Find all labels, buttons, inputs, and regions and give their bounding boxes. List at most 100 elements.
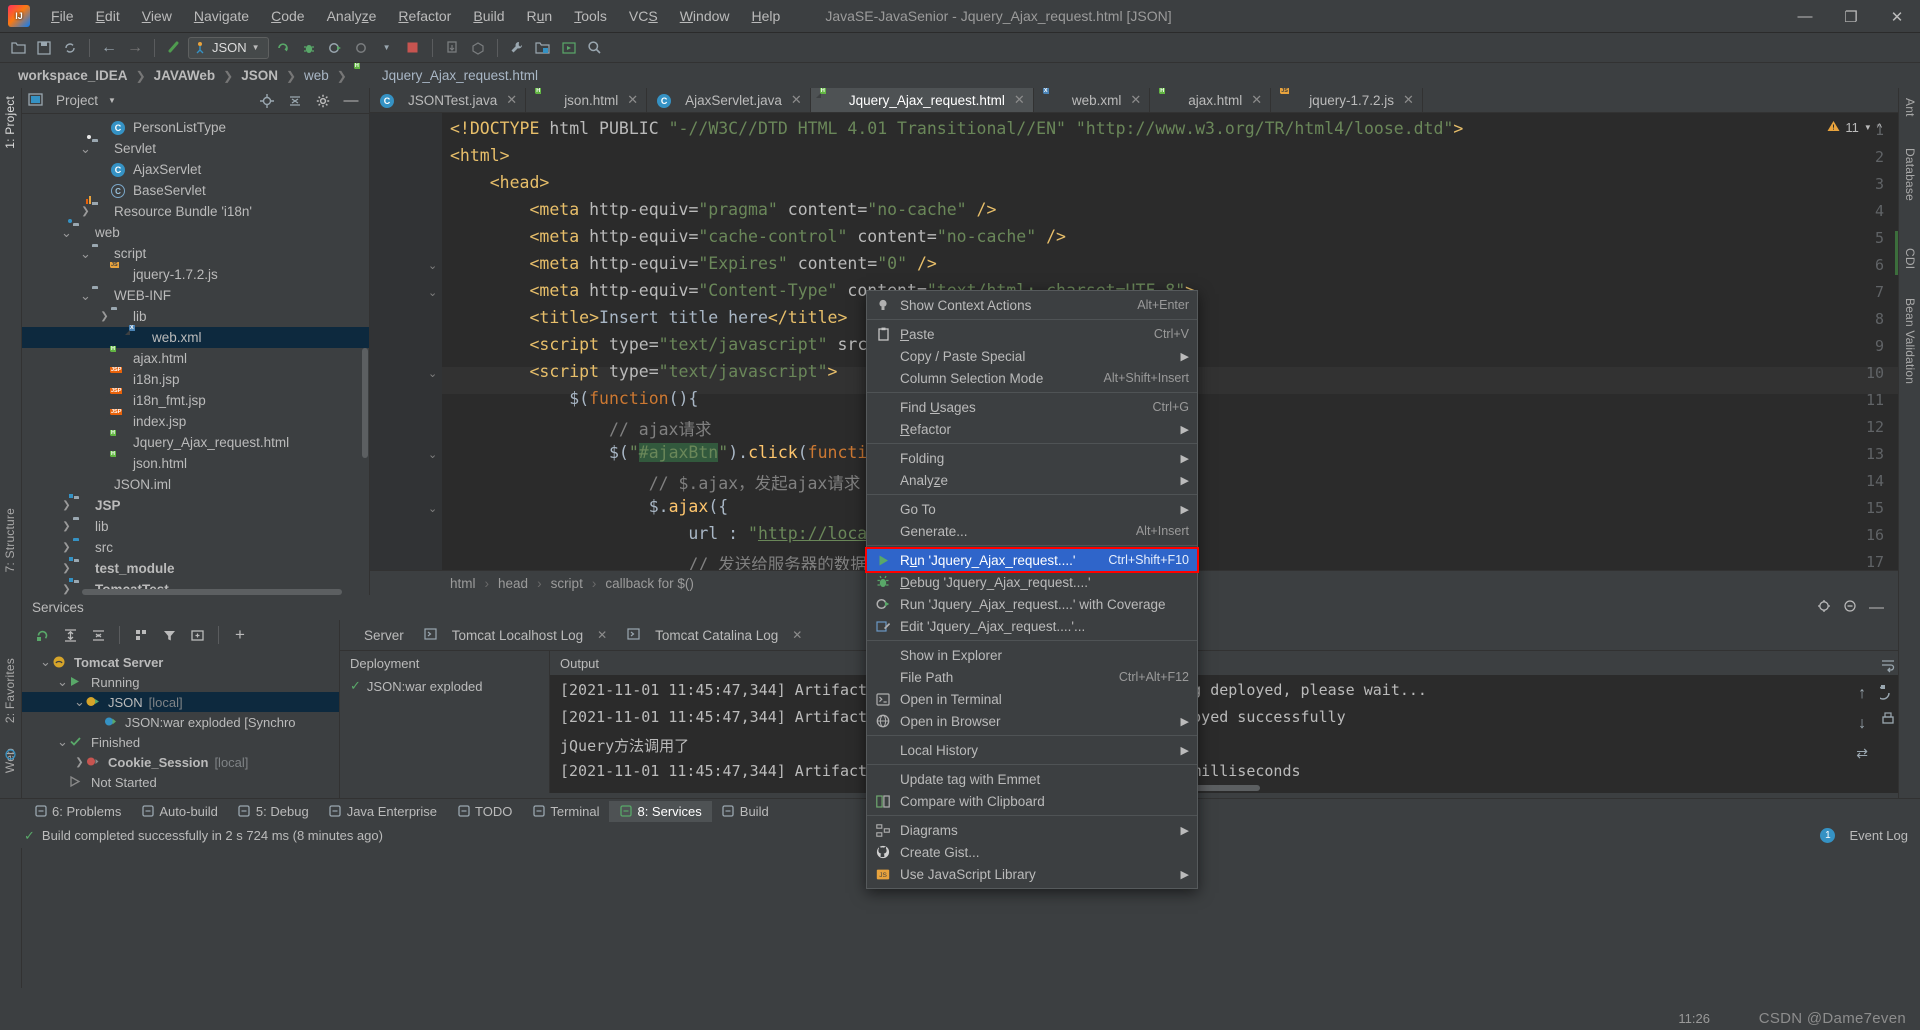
- chevron-right-icon[interactable]: ❯: [60, 563, 73, 574]
- context-menu-item[interactable]: Go To ▶: [867, 498, 1197, 520]
- fold-marker-fn[interactable]: ⌄: [428, 448, 437, 461]
- menu-refactor[interactable]: Refactor: [387, 3, 462, 29]
- chevron-down-icon-2[interactable]: ▼: [375, 36, 399, 60]
- editor-crumb-script[interactable]: script: [551, 576, 583, 591]
- menu-file[interactable]: File: [40, 3, 85, 29]
- chevron-down-icon[interactable]: ⌄: [79, 246, 92, 262]
- tool-window-button[interactable]: Java Enterprise: [319, 801, 447, 822]
- search-icon[interactable]: [583, 36, 607, 60]
- editor-crumb-html[interactable]: html: [450, 576, 476, 591]
- run-with-coverage-icon[interactable]: [323, 36, 347, 60]
- code-line[interactable]: $("#ajaxBtn").click(functio: [450, 443, 877, 462]
- editor-crumb-head[interactable]: head: [498, 576, 528, 591]
- deploy-icon[interactable]: [466, 36, 490, 60]
- context-menu-item[interactable]: Copy / Paste Special ▶: [867, 345, 1197, 367]
- context-menu-item[interactable]: Debug 'Jquery_Ajax_request....': [867, 571, 1197, 593]
- context-menu-item[interactable]: Analyze ▶: [867, 469, 1197, 491]
- context-menu-item[interactable]: Open in Browser ▶: [867, 710, 1197, 732]
- rail-tab-structure[interactable]: 7: Structure: [3, 508, 17, 572]
- context-menu-item[interactable]: Create Gist...: [867, 841, 1197, 863]
- code-line[interactable]: // ajax请求: [450, 416, 712, 440]
- rail-tab-project[interactable]: 1: Project: [3, 96, 17, 149]
- services-tree-row-selected[interactable]: ⌄ JSON [local]: [22, 692, 339, 712]
- project-tree-row[interactable]: Hajax.html: [22, 346, 369, 369]
- close-icon[interactable]: ✕: [1130, 92, 1141, 108]
- deployment-item[interactable]: ✓ JSON:war exploded: [340, 675, 549, 697]
- project-tree-row[interactable]: C PersonListType: [22, 117, 369, 138]
- tool-window-button[interactable]: 8: Services: [609, 800, 712, 822]
- rerun-icon[interactable]: [30, 623, 54, 647]
- services-tree-row[interactable]: ⌄ Finished: [22, 732, 339, 752]
- inspection-widget[interactable]: 11 ▼ ^: [1827, 120, 1882, 135]
- context-menu-item[interactable]: Column Selection Mode Alt+Shift+Insert: [867, 367, 1197, 389]
- project-tree-row[interactable]: ❯ JSP: [22, 493, 369, 516]
- sync-icon[interactable]: [58, 36, 82, 60]
- breadcrumb-workspace[interactable]: workspace_IDEA: [14, 66, 132, 85]
- context-menu-item[interactable]: Run 'Jquery_Ajax_request....' with Cover…: [867, 593, 1197, 615]
- code-line[interactable]: <!DOCTYPE html PUBLIC "-//W3C//DTD HTML …: [450, 119, 1463, 138]
- chevron-down-icon[interactable]: ▼: [252, 43, 260, 52]
- project-tree-row[interactable]: ❯ Resource Bundle 'i18n': [22, 196, 369, 222]
- project-tree-row[interactable]: JS jquery-1.7.2.js: [22, 262, 369, 285]
- project-tree-row[interactable]: ❯ lib: [22, 306, 369, 327]
- chevron-right-icon[interactable]: ❯: [79, 206, 92, 217]
- context-menu-item[interactable]: Paste Ctrl+V: [867, 323, 1197, 345]
- tool-window-button[interactable]: Terminal: [522, 801, 609, 822]
- breadcrumb-file[interactable]: H Jquery_Ajax_request.html: [351, 63, 542, 85]
- context-menu-item[interactable]: JS Use JavaScript Library ▶: [867, 863, 1197, 885]
- menu-vcs[interactable]: VCS: [618, 3, 669, 29]
- editor-tab[interactable]: Hajax.html ✕: [1150, 87, 1272, 112]
- close-icon[interactable]: ✕: [1014, 92, 1025, 108]
- context-menu-item[interactable]: Generate... Alt+Insert: [867, 520, 1197, 542]
- event-log-label[interactable]: Event Log: [1849, 828, 1908, 843]
- project-tree-row[interactable]: JSP i18n.jsp: [22, 367, 369, 390]
- gear-icon[interactable]: [311, 89, 335, 113]
- context-menu-item[interactable]: Open in Terminal: [867, 688, 1197, 710]
- project-structure-icon[interactable]: [531, 36, 555, 60]
- breadcrumb-web[interactable]: web: [300, 66, 333, 85]
- menu-tools[interactable]: Tools: [563, 3, 618, 29]
- close-icon[interactable]: ✕: [1403, 92, 1414, 108]
- project-tree-row[interactable]: JSP i18n_fmt.jsp: [22, 388, 369, 411]
- services-tree-row[interactable]: ⌄ Tomcat Server: [22, 652, 339, 672]
- chevron-down-icon[interactable]: ⌄: [79, 288, 92, 304]
- soft-wrap-icon[interactable]: [1880, 657, 1896, 676]
- chevron-down-icon-project[interactable]: ▼: [108, 96, 116, 105]
- chevron-down-icon[interactable]: ⌄: [56, 674, 69, 690]
- settings-gear-icon-services[interactable]: [1817, 599, 1831, 616]
- rail-tab-favorites[interactable]: 2: Favorites: [3, 658, 17, 723]
- services-tree[interactable]: ⌄ Tomcat Server ⌄ Running ⌄ JSON [local] JSON:w…: [22, 650, 339, 792]
- chevron-right-icon[interactable]: ❯: [98, 311, 111, 322]
- editor-tab[interactable]: Xweb.xml ✕: [1034, 87, 1151, 112]
- filter-icon[interactable]: [157, 623, 181, 647]
- output-column[interactable]: Output [2021-11-01 11:45:47,344] Artifac…: [550, 651, 1898, 793]
- code-line[interactable]: <meta http-equiv="cache-control" content…: [450, 227, 1065, 246]
- menu-build[interactable]: Build: [462, 3, 515, 29]
- up-arrow-icon[interactable]: ↑: [1858, 685, 1866, 703]
- close-icon[interactable]: ✕: [1251, 92, 1262, 108]
- chevron-right-icon[interactable]: ❯: [60, 500, 73, 511]
- menu-code[interactable]: Code: [260, 3, 315, 29]
- project-tree-row[interactable]: Hjson.html: [22, 451, 369, 474]
- context-menu-item[interactable]: Local History ▶: [867, 739, 1197, 761]
- add-icon[interactable]: +: [228, 623, 252, 647]
- maximize-button[interactable]: ❐: [1828, 0, 1874, 33]
- menu-analyze[interactable]: Analyze: [316, 3, 388, 29]
- context-menu-item[interactable]: Refactor ▶: [867, 418, 1197, 440]
- scroll-to-end-icon[interactable]: [1876, 684, 1896, 703]
- tool-window-button[interactable]: Build: [712, 801, 779, 822]
- rail-tab-bean-validation[interactable]: Bean Validation: [1903, 298, 1917, 384]
- stop-icon[interactable]: [401, 36, 425, 60]
- code-line[interactable]: // 发送给服务器的数据: [450, 551, 866, 570]
- rail-tab-ant[interactable]: Ant: [1903, 98, 1917, 117]
- services-tab[interactable]: Server: [354, 625, 414, 646]
- chevron-right-icon[interactable]: ❯: [60, 542, 73, 553]
- run-anything-icon[interactable]: [557, 36, 581, 60]
- editor-tab[interactable]: Hjson.html ✕: [526, 87, 648, 112]
- close-icon[interactable]: ✕: [791, 92, 802, 108]
- context-menu-item[interactable]: Diagrams ▶: [867, 819, 1197, 841]
- locate-icon[interactable]: [255, 89, 279, 113]
- project-tree-row-selected[interactable]: Xweb.xml: [22, 325, 369, 348]
- breadcrumb-json[interactable]: JSON: [237, 66, 282, 85]
- collapse-icon-insp[interactable]: ^: [1877, 122, 1882, 134]
